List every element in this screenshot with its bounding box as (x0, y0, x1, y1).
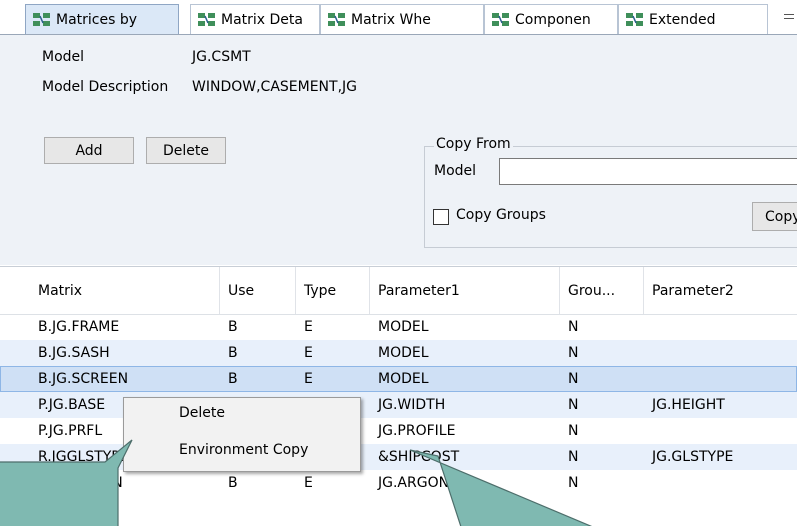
cell-type: E (304, 345, 313, 361)
tab-label: Componen (515, 11, 591, 28)
table-row[interactable]: B.JG.FRAME B E MODEL N (0, 314, 797, 340)
cell-group: N (568, 319, 579, 335)
cell-parameter2: JG.HEIGHT (652, 397, 725, 413)
copy-button[interactable]: Copy (752, 202, 797, 231)
tab-matrices-by[interactable]: Matrices by (25, 4, 179, 34)
table-row-selected[interactable]: B.JG.SCREEN B E MODEL N (0, 366, 797, 392)
minimize-icon[interactable] (784, 14, 794, 19)
table-header: Matrix Use Type Parameter1 Grou... Param… (0, 267, 797, 315)
table-row[interactable]: R.JGGLSTYPE B E &SHIPCOST N JG.GLSTYPE (0, 444, 797, 470)
table-row[interactable]: R.JG.ARGON B E JG.ARGON N (0, 470, 797, 496)
model-description-value: WINDOW,CASEMENT,JG (192, 79, 357, 95)
column-header-use[interactable]: Use (220, 267, 296, 314)
cell-use: B (228, 345, 238, 361)
copy-from-title: Copy From (434, 136, 513, 152)
tab-extended[interactable]: Extended (618, 4, 768, 34)
cell-parameter2: JG.GLSTYPE (652, 449, 734, 465)
cell-group: N (568, 449, 579, 465)
cell-use: B (228, 475, 238, 491)
cell-parameter2 (644, 314, 797, 340)
cell-use: B (228, 319, 238, 335)
matrix-icon (492, 13, 509, 26)
cell-parameter1: MODEL (378, 319, 429, 335)
cell-parameter2 (644, 470, 797, 496)
table-row[interactable]: P.JG.BASE JG.WIDTH N JG.HEIGHT (0, 392, 797, 418)
cell-parameter1: JG.ARGON (378, 475, 450, 491)
column-header-parameter1[interactable]: Parameter1 (370, 267, 560, 314)
cell-type: E (304, 371, 313, 387)
tab-label: Matrix Whe (351, 11, 431, 28)
add-button[interactable]: Add (44, 137, 134, 164)
column-header-type[interactable]: Type (296, 267, 370, 314)
model-value: JG.CSMT (192, 49, 251, 65)
tab-matrix-where-used[interactable]: Matrix Whe (320, 4, 484, 34)
cell-group: N (568, 345, 579, 361)
matrix-icon (626, 13, 643, 26)
matrix-icon (198, 13, 215, 26)
column-header-matrix[interactable]: Matrix (30, 267, 220, 314)
cell-type: E (304, 475, 313, 491)
cell-matrix: B.JG.FRAME (38, 319, 120, 335)
cell-parameter1: &SHIPCOST (378, 449, 460, 465)
delete-button[interactable]: Delete (146, 137, 226, 164)
matrix-icon (33, 13, 50, 26)
menu-item-delete[interactable]: Delete (179, 405, 225, 421)
cell-matrix: B.JG.SASH (38, 345, 110, 361)
tab-label: Matrices by (56, 11, 138, 28)
menu-item-environment-copy[interactable]: Environment Copy (179, 442, 308, 458)
tab-components[interactable]: Componen (484, 4, 618, 34)
cell-group: N (568, 423, 579, 439)
cell-parameter2 (644, 340, 797, 366)
cell-parameter1: MODEL (378, 345, 429, 361)
cell-group: N (568, 371, 579, 387)
column-header-parameter2[interactable]: Parameter2 (644, 267, 797, 314)
cell-parameter1: JG.WIDTH (378, 397, 446, 413)
column-header-group[interactable]: Grou... (560, 267, 644, 314)
cell-parameter2 (644, 418, 797, 444)
copy-groups-checkbox[interactable] (433, 209, 449, 225)
editor-tab-strip: Matrices by Matrix Deta Matrix Whe Compo… (0, 0, 797, 35)
cell-type: E (304, 319, 313, 335)
cell-parameter1: JG.PROFILE (378, 423, 456, 439)
cell-group: N (568, 475, 579, 491)
cell-matrix: R.JG.ARGON (38, 475, 123, 491)
tab-matrix-details[interactable]: Matrix Deta (190, 4, 320, 34)
copy-model-input[interactable] (499, 158, 797, 185)
tab-label: Extended (649, 11, 716, 28)
copy-model-label: Model (434, 163, 477, 179)
cell-use: B (228, 371, 238, 387)
context-menu: Delete Environment Copy (123, 397, 361, 472)
tab-label: Matrix Deta (221, 11, 303, 28)
matrix-icon (328, 13, 345, 26)
cell-matrix: B.JG.SCREEN (38, 371, 129, 387)
matrices-table: Matrix Use Type Parameter1 Grou... Param… (0, 266, 797, 527)
table-row[interactable]: B.JG.SASH B E MODEL N (0, 340, 797, 366)
copy-groups-label: Copy Groups (456, 207, 546, 223)
table-row[interactable]: P.JG.PRFL JG.PROFILE N (0, 418, 797, 444)
model-label: Model (42, 49, 85, 65)
cell-parameter1: MODEL (378, 371, 429, 387)
cell-group: N (568, 397, 579, 413)
model-description-label: Model Description (42, 79, 169, 95)
cell-parameter2 (644, 366, 797, 392)
